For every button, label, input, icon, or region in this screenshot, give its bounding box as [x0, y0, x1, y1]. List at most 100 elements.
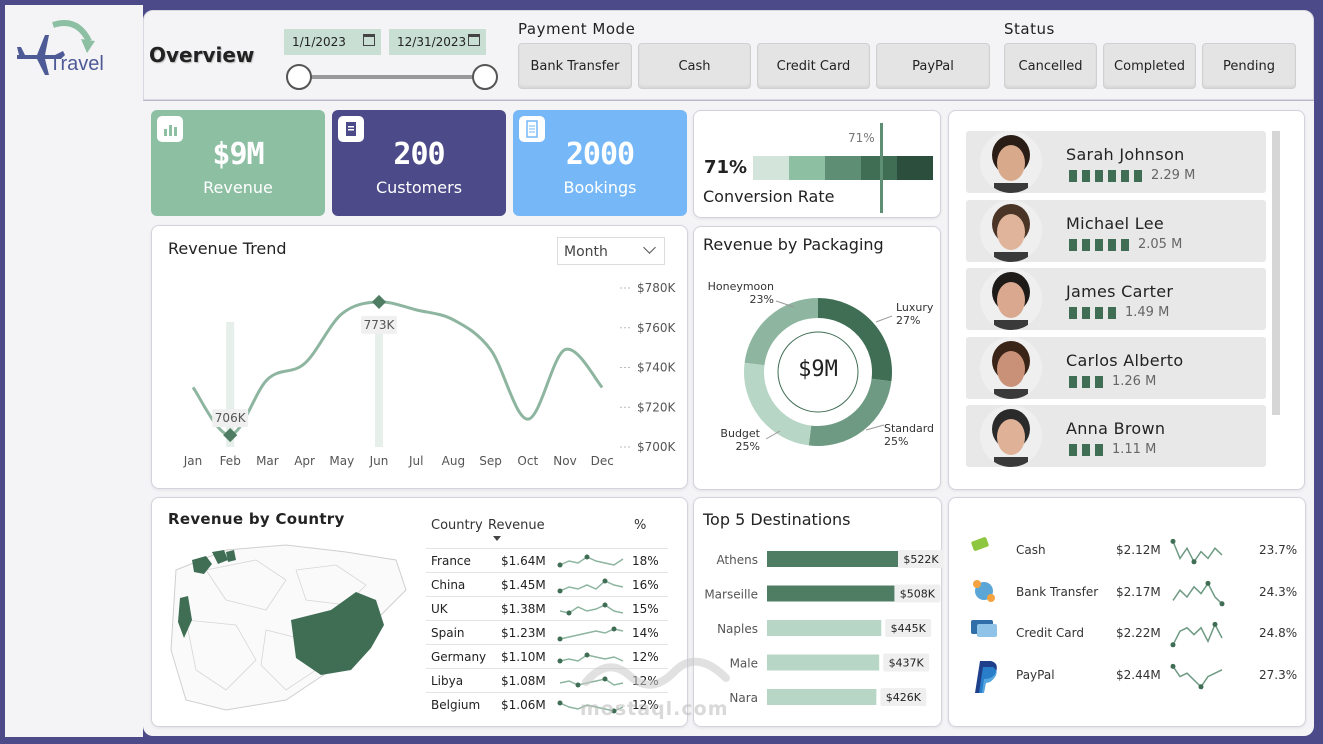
- filter-cancelled[interactable]: Cancelled: [1004, 43, 1097, 89]
- customer-name: James Carter: [1066, 282, 1174, 301]
- rating-bar: [1095, 238, 1103, 251]
- table-row[interactable]: France $1.64M 18%: [426, 548, 668, 572]
- date-slider-track[interactable]: [299, 75, 489, 79]
- col-pct[interactable]: %: [634, 518, 646, 533]
- payment-pct: 24.8%: [1259, 626, 1298, 640]
- y-tick-label: $700K: [637, 440, 677, 454]
- filter-paypal[interactable]: PayPal: [876, 43, 990, 89]
- x-tick-label: Aug: [442, 454, 465, 468]
- filter-pending[interactable]: Pending: [1202, 43, 1296, 89]
- country-name: UK: [431, 601, 448, 616]
- destination-bar[interactable]: [767, 551, 901, 567]
- table-row[interactable]: China $1.45M 16%: [426, 572, 668, 596]
- rating-bar: [1095, 444, 1103, 456]
- data-point-marker[interactable]: [223, 428, 238, 443]
- legend-budget-name: Budget: [720, 427, 760, 440]
- clipboard-icon: [338, 116, 364, 142]
- calendar-icon[interactable]: [363, 34, 375, 46]
- rating-bar: [1121, 170, 1129, 182]
- table-row[interactable]: Belgium $1.06M 12%: [426, 692, 668, 716]
- country-pct: 16%: [632, 577, 659, 592]
- kpi-revenue[interactable]: $9M Revenue: [151, 110, 325, 216]
- bar-category-label: Athens: [716, 553, 758, 567]
- customer-row[interactable]: James Carter 1.49 M: [966, 268, 1266, 330]
- customer-row[interactable]: Anna Brown 1.11 M: [966, 405, 1266, 467]
- filter-bank-transfer[interactable]: Bank Transfer: [518, 43, 632, 89]
- kpi-customers[interactable]: 200 Customers: [332, 110, 506, 216]
- date-start-input[interactable]: 1/1/2023: [284, 29, 381, 55]
- data-label: 706K: [215, 411, 247, 425]
- country-sparkline: [556, 647, 632, 667]
- revenue-trend-line: [191, 300, 604, 437]
- y-tick-label: $760K: [637, 321, 677, 335]
- document-icon: [519, 116, 545, 142]
- rating-bar: [1082, 238, 1090, 251]
- customer-row[interactable]: Michael Lee 2.05 M: [966, 199, 1266, 262]
- destination-bar[interactable]: [767, 689, 877, 705]
- x-tick-label: Dec: [591, 454, 614, 468]
- payment-name: Cash: [1016, 543, 1046, 557]
- filter-cash[interactable]: Cash: [638, 43, 751, 89]
- legend-standard-pct: 25%: [884, 435, 909, 448]
- brand-logo[interactable]: Travel: [15, 17, 125, 77]
- table-row[interactable]: Spain $1.23M 14%: [426, 620, 668, 644]
- country-name: China: [431, 577, 466, 592]
- col-country[interactable]: Country: [426, 518, 488, 533]
- date-slider-handle-end[interactable]: [472, 64, 498, 90]
- page-title: Overview: [149, 43, 255, 67]
- country-sparkline: [556, 599, 632, 619]
- conversion-marker-label: 71%: [848, 131, 875, 145]
- payment-pct: 27.3%: [1259, 667, 1298, 682]
- data-point-marker[interactable]: [371, 294, 387, 309]
- data-label: 773K: [364, 318, 396, 332]
- rating-bar: [1069, 170, 1077, 182]
- conversion-target-marker: [879, 123, 883, 213]
- conversion-band-5: [897, 156, 933, 180]
- legend-leader-line: [765, 430, 781, 440]
- legend-luxury: Luxury 27%: [896, 301, 933, 327]
- customer-row[interactable]: Carlos Alberto 1.26 M: [966, 336, 1266, 399]
- payment-row[interactable]: PayPal $2.44M 27.3%: [969, 659, 1299, 699]
- country-name: Belgium: [431, 697, 481, 712]
- kpi-bookings-label: Bookings: [563, 178, 637, 197]
- customer-score: 1.49 M: [1125, 305, 1170, 320]
- payment-row[interactable]: Credit Card $2.22M 24.8%: [969, 617, 1299, 657]
- col-revenue[interactable]: Revenue: [488, 518, 634, 533]
- country-title: Revenue by Country: [168, 510, 345, 528]
- legend-standard: Standard 25%: [884, 422, 934, 448]
- customer-score: 2.29 M: [1151, 168, 1196, 183]
- filter-completed[interactable]: Completed: [1103, 43, 1196, 89]
- calendar-icon[interactable]: [468, 34, 480, 46]
- payment-name: PayPal: [1016, 667, 1055, 682]
- payment-row[interactable]: Cash $2.12M 23.7%: [969, 534, 1299, 574]
- x-tick-label: Jun: [369, 454, 389, 468]
- world-map[interactable]: [166, 530, 416, 720]
- kpi-revenue-label: Revenue: [203, 178, 273, 197]
- payment-value: $2.17M: [1116, 584, 1161, 599]
- x-tick-label: Mar: [256, 454, 279, 468]
- payment-pct: 24.3%: [1259, 584, 1298, 599]
- customer-name: Sarah Johnson: [1066, 145, 1185, 164]
- rating-bar: [1095, 307, 1103, 319]
- destination-bar[interactable]: [767, 585, 898, 602]
- kpi-customers-value: 200: [393, 137, 445, 172]
- country-revenue: $1.64M: [501, 553, 546, 568]
- date-slider-handle-start[interactable]: [286, 64, 312, 90]
- kpi-bookings[interactable]: 2000 Bookings: [513, 110, 687, 216]
- rating-bar: [1082, 375, 1090, 388]
- country-pct: 15%: [632, 601, 659, 616]
- revenue-trend-card: Revenue Trend Month $700K $720K $740K $760K…: [151, 225, 688, 489]
- customer-score: 1.26 M: [1112, 373, 1157, 389]
- legend-luxury-pct: 27%: [896, 314, 921, 327]
- scrollbar[interactable]: [1272, 131, 1280, 415]
- payment-row[interactable]: Bank Transfer $2.17M 24.3%: [969, 576, 1299, 616]
- table-row[interactable]: Germany $1.10M 12%: [426, 644, 668, 668]
- table-row[interactable]: Libya $1.08M 12%: [426, 668, 668, 692]
- customer-row[interactable]: Sarah Johnson 2.29 M: [966, 131, 1266, 193]
- table-row[interactable]: UK $1.38M 15%: [426, 596, 668, 620]
- filter-credit-card[interactable]: Credit Card: [757, 43, 870, 89]
- date-end-input[interactable]: 12/31/2023: [389, 29, 486, 55]
- destination-bar[interactable]: [767, 620, 882, 636]
- top-filter-bar: Overview 1/1/2023 12/31/2023 Payment Mod…: [143, 10, 1314, 100]
- destination-bar[interactable]: [767, 654, 880, 671]
